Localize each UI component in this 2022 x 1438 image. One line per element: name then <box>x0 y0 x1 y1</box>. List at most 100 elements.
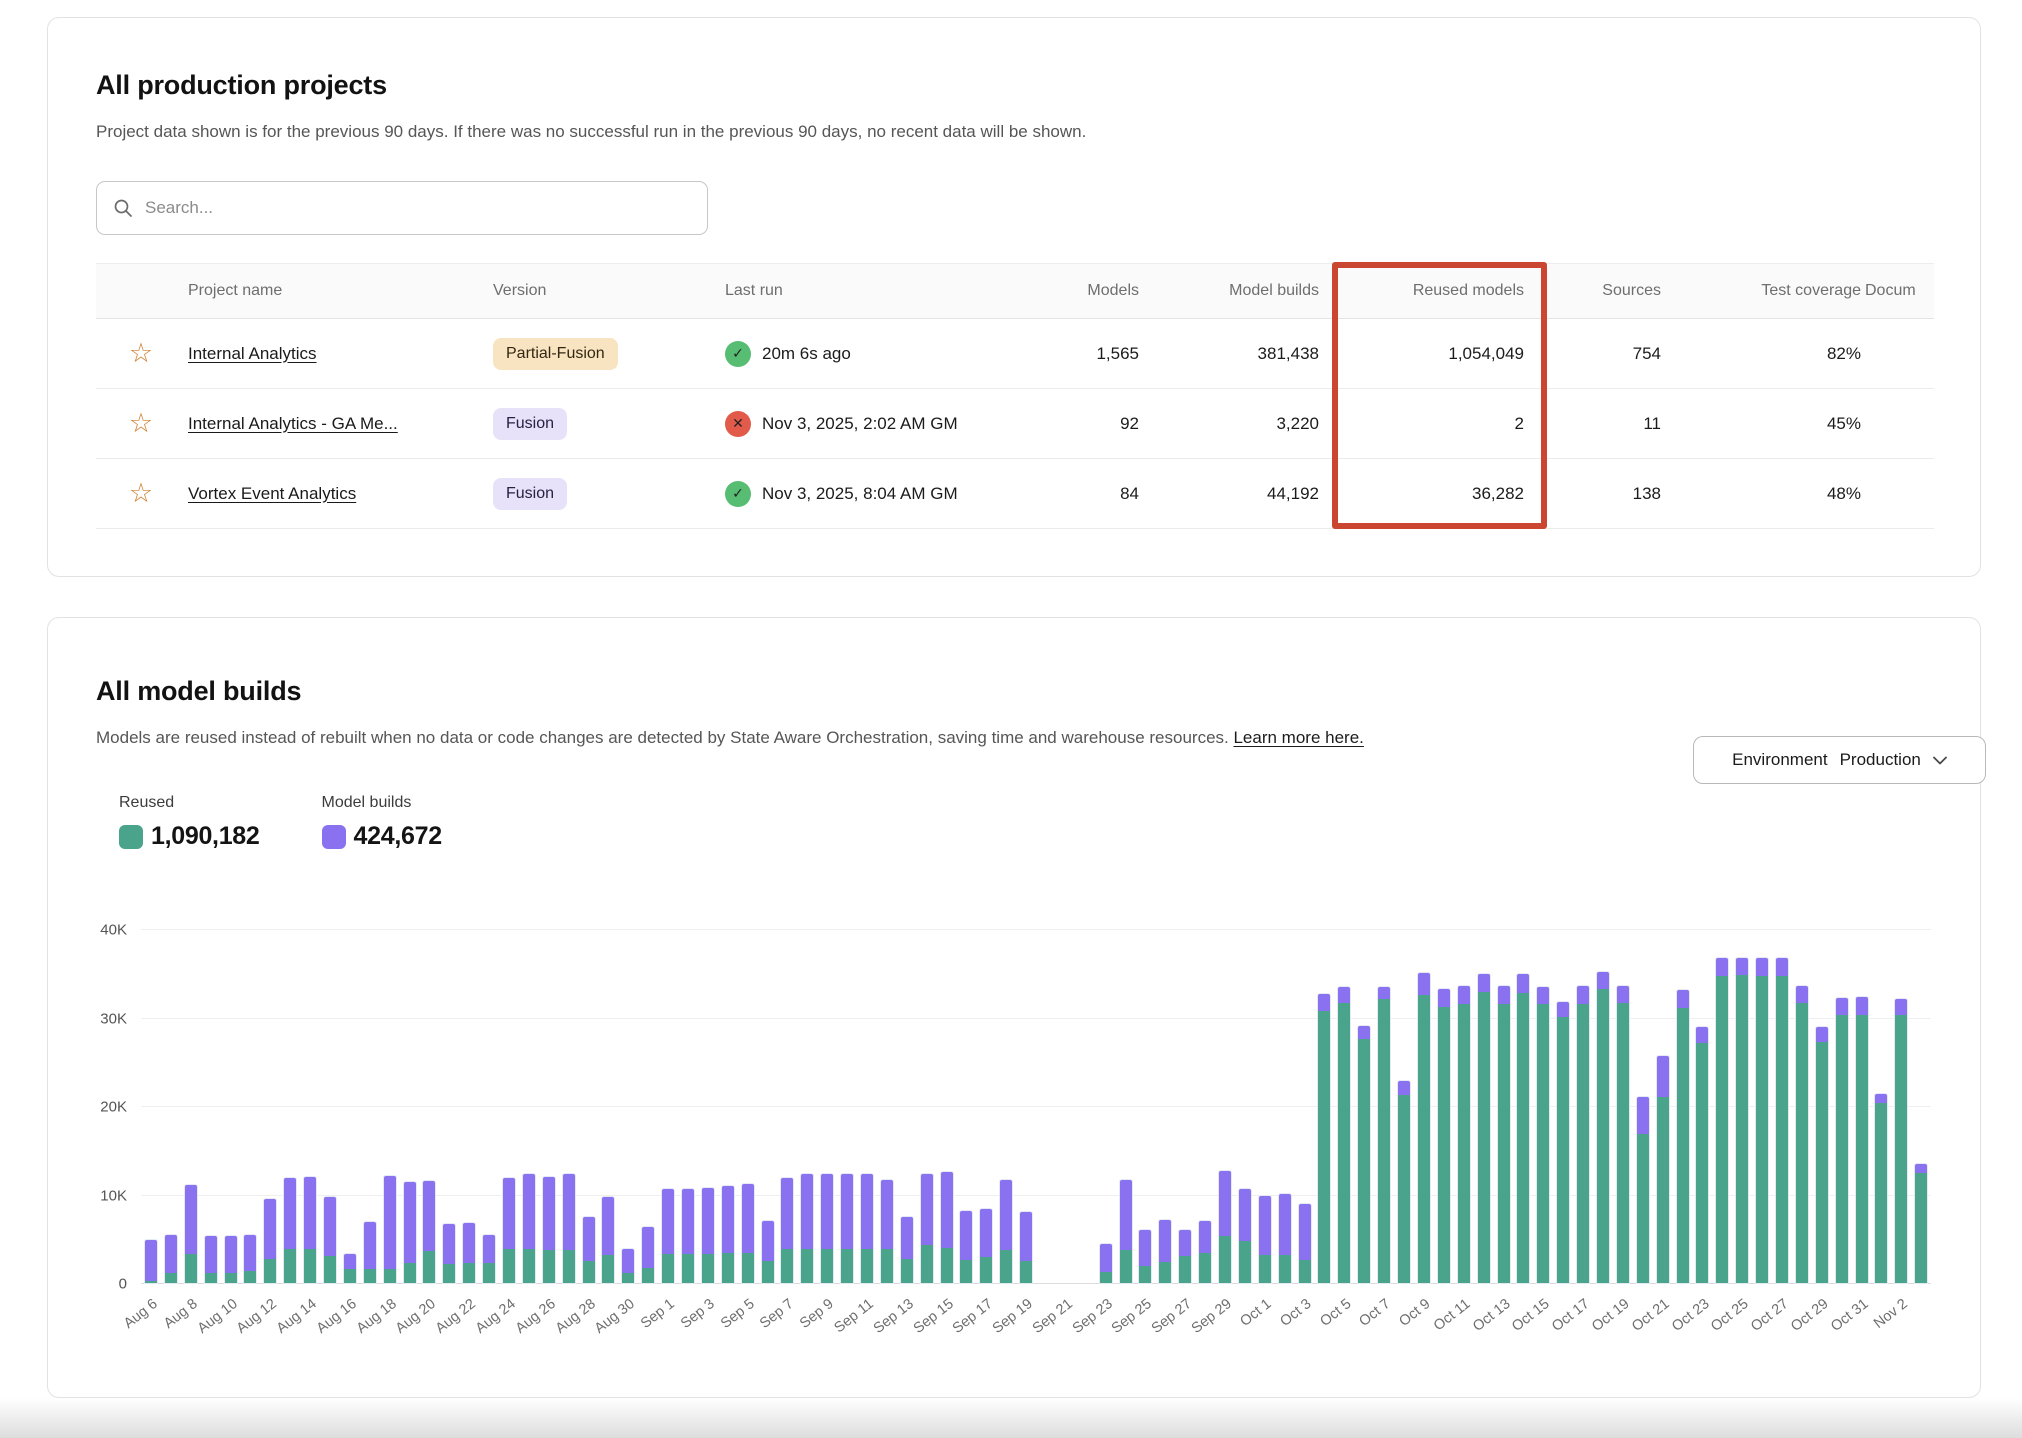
reused-segment[interactable] <box>482 1263 496 1284</box>
reused-segment[interactable] <box>880 1249 894 1284</box>
reused-segment[interactable] <box>582 1261 596 1284</box>
reused-segment[interactable] <box>920 1245 934 1284</box>
bar-sep-29[interactable] <box>1215 930 1235 1284</box>
bar-sep-16[interactable] <box>957 930 977 1284</box>
model-builds-segment[interactable] <box>164 1234 178 1274</box>
reused-segment[interactable] <box>1874 1103 1888 1284</box>
model-builds-segment[interactable] <box>1656 1055 1670 1097</box>
reused-segment[interactable] <box>940 1248 954 1284</box>
model-builds-segment[interactable] <box>1775 957 1789 976</box>
model-builds-segment[interactable] <box>482 1234 496 1263</box>
project-link[interactable]: Vortex Event Analytics <box>188 484 356 503</box>
bar-aug-31[interactable] <box>638 930 658 1284</box>
model-builds-segment[interactable] <box>1497 985 1511 1004</box>
reused-segment[interactable] <box>1337 1003 1351 1284</box>
model-builds-segment[interactable] <box>940 1171 954 1248</box>
bar-oct-26[interactable] <box>1752 930 1772 1284</box>
table-row-vortex-event-analytics[interactable]: ☆ Vortex Event Analytics Fusion ✓ Nov 3,… <box>96 459 1934 529</box>
model-builds-segment[interactable] <box>621 1248 635 1273</box>
model-builds-segment[interactable] <box>204 1235 218 1272</box>
bar-sep-1[interactable] <box>658 930 678 1284</box>
bar-sep-25[interactable] <box>1136 930 1156 1284</box>
reused-segment[interactable] <box>442 1264 456 1284</box>
model-builds-segment[interactable] <box>880 1179 894 1249</box>
bar-sep-27[interactable] <box>1175 930 1195 1284</box>
reused-segment[interactable] <box>1516 993 1530 1284</box>
bar-aug-24[interactable] <box>499 930 519 1284</box>
reused-segment[interactable] <box>820 1249 834 1284</box>
bar-aug-14[interactable] <box>300 930 320 1284</box>
reused-segment[interactable] <box>1178 1256 1192 1284</box>
model-builds-segment[interactable] <box>1516 973 1530 992</box>
reused-segment[interactable] <box>1914 1173 1928 1285</box>
bar-aug-26[interactable] <box>539 930 559 1284</box>
reused-segment[interactable] <box>1755 976 1769 1284</box>
reused-segment[interactable] <box>1735 975 1749 1284</box>
model-builds-segment[interactable] <box>243 1234 257 1271</box>
model-builds-segment[interactable] <box>721 1185 735 1253</box>
reused-segment[interactable] <box>1676 1008 1690 1284</box>
reused-segment[interactable] <box>1556 1017 1570 1284</box>
model-builds-segment[interactable] <box>1695 1026 1709 1043</box>
model-builds-segment[interactable] <box>1755 957 1769 976</box>
reused-segment[interactable] <box>1258 1255 1272 1284</box>
bar-oct-8[interactable] <box>1394 930 1414 1284</box>
model-builds-segment[interactable] <box>1894 998 1908 1015</box>
reused-segment[interactable] <box>1317 1011 1331 1284</box>
bar-aug-16[interactable] <box>340 930 360 1284</box>
reused-segment[interactable] <box>1477 992 1491 1284</box>
model-builds-segment[interactable] <box>1874 1093 1888 1104</box>
bar-sep-2[interactable] <box>678 930 698 1284</box>
model-builds-segment[interactable] <box>1576 985 1590 1004</box>
model-builds-segment[interactable] <box>1298 1203 1312 1260</box>
reused-segment[interactable] <box>1536 1004 1550 1284</box>
model-builds-segment[interactable] <box>144 1239 158 1281</box>
model-builds-segment[interactable] <box>601 1196 615 1254</box>
model-builds-segment[interactable] <box>1377 986 1391 999</box>
bar-oct-23[interactable] <box>1692 930 1712 1284</box>
model-builds-segment[interactable] <box>860 1173 874 1249</box>
bar-oct-3[interactable] <box>1295 930 1315 1284</box>
bar-oct-22[interactable] <box>1673 930 1693 1284</box>
model-builds-segment[interactable] <box>1815 1026 1829 1042</box>
reused-segment[interactable] <box>1596 989 1610 1284</box>
bar-oct-1[interactable] <box>1255 930 1275 1284</box>
model-builds-segment[interactable] <box>1417 972 1431 994</box>
model-builds-segment[interactable] <box>641 1226 655 1268</box>
bar-aug-8[interactable] <box>181 930 201 1284</box>
bar-aug-10[interactable] <box>221 930 241 1284</box>
bar-aug-20[interactable] <box>419 930 439 1284</box>
model-builds-segment[interactable] <box>920 1173 934 1245</box>
model-builds-segment[interactable] <box>224 1235 238 1273</box>
reused-segment[interactable] <box>661 1254 675 1284</box>
model-builds-segment[interactable] <box>959 1210 973 1260</box>
bar-oct-2[interactable] <box>1275 930 1295 1284</box>
reused-segment[interactable] <box>1815 1042 1829 1284</box>
model-builds-segment[interactable] <box>741 1183 755 1253</box>
model-builds-segment[interactable] <box>1317 993 1331 1011</box>
project-search[interactable] <box>96 181 708 235</box>
bar-aug-17[interactable] <box>360 930 380 1284</box>
bar-aug-25[interactable] <box>519 930 539 1284</box>
table-row-internal-analytics[interactable]: ☆ Internal Analytics Partial-Fusion ✓ 20… <box>96 319 1934 389</box>
bar-sep-19[interactable] <box>1016 930 1036 1284</box>
reused-segment[interactable] <box>1198 1253 1212 1284</box>
reused-segment[interactable] <box>840 1249 854 1284</box>
bar-oct-4[interactable] <box>1315 930 1335 1284</box>
project-link[interactable]: Internal Analytics <box>188 344 317 363</box>
reused-segment[interactable] <box>1099 1272 1113 1284</box>
reused-segment[interactable] <box>1278 1255 1292 1284</box>
model-builds-segment[interactable] <box>1099 1243 1113 1271</box>
reused-segment[interactable] <box>1019 1261 1033 1284</box>
bar-aug-6[interactable] <box>141 930 161 1284</box>
bar-oct-30[interactable] <box>1832 930 1852 1284</box>
reused-segment[interactable] <box>403 1263 417 1284</box>
bar-aug-19[interactable] <box>400 930 420 1284</box>
model-builds-segment[interactable] <box>1178 1229 1192 1256</box>
model-builds-segment[interactable] <box>661 1188 675 1254</box>
reused-segment[interactable] <box>959 1260 973 1284</box>
model-builds-segment[interactable] <box>840 1173 854 1249</box>
bar-oct-21[interactable] <box>1653 930 1673 1284</box>
reused-segment[interactable] <box>621 1273 635 1285</box>
model-builds-segment[interactable] <box>1437 988 1451 1007</box>
